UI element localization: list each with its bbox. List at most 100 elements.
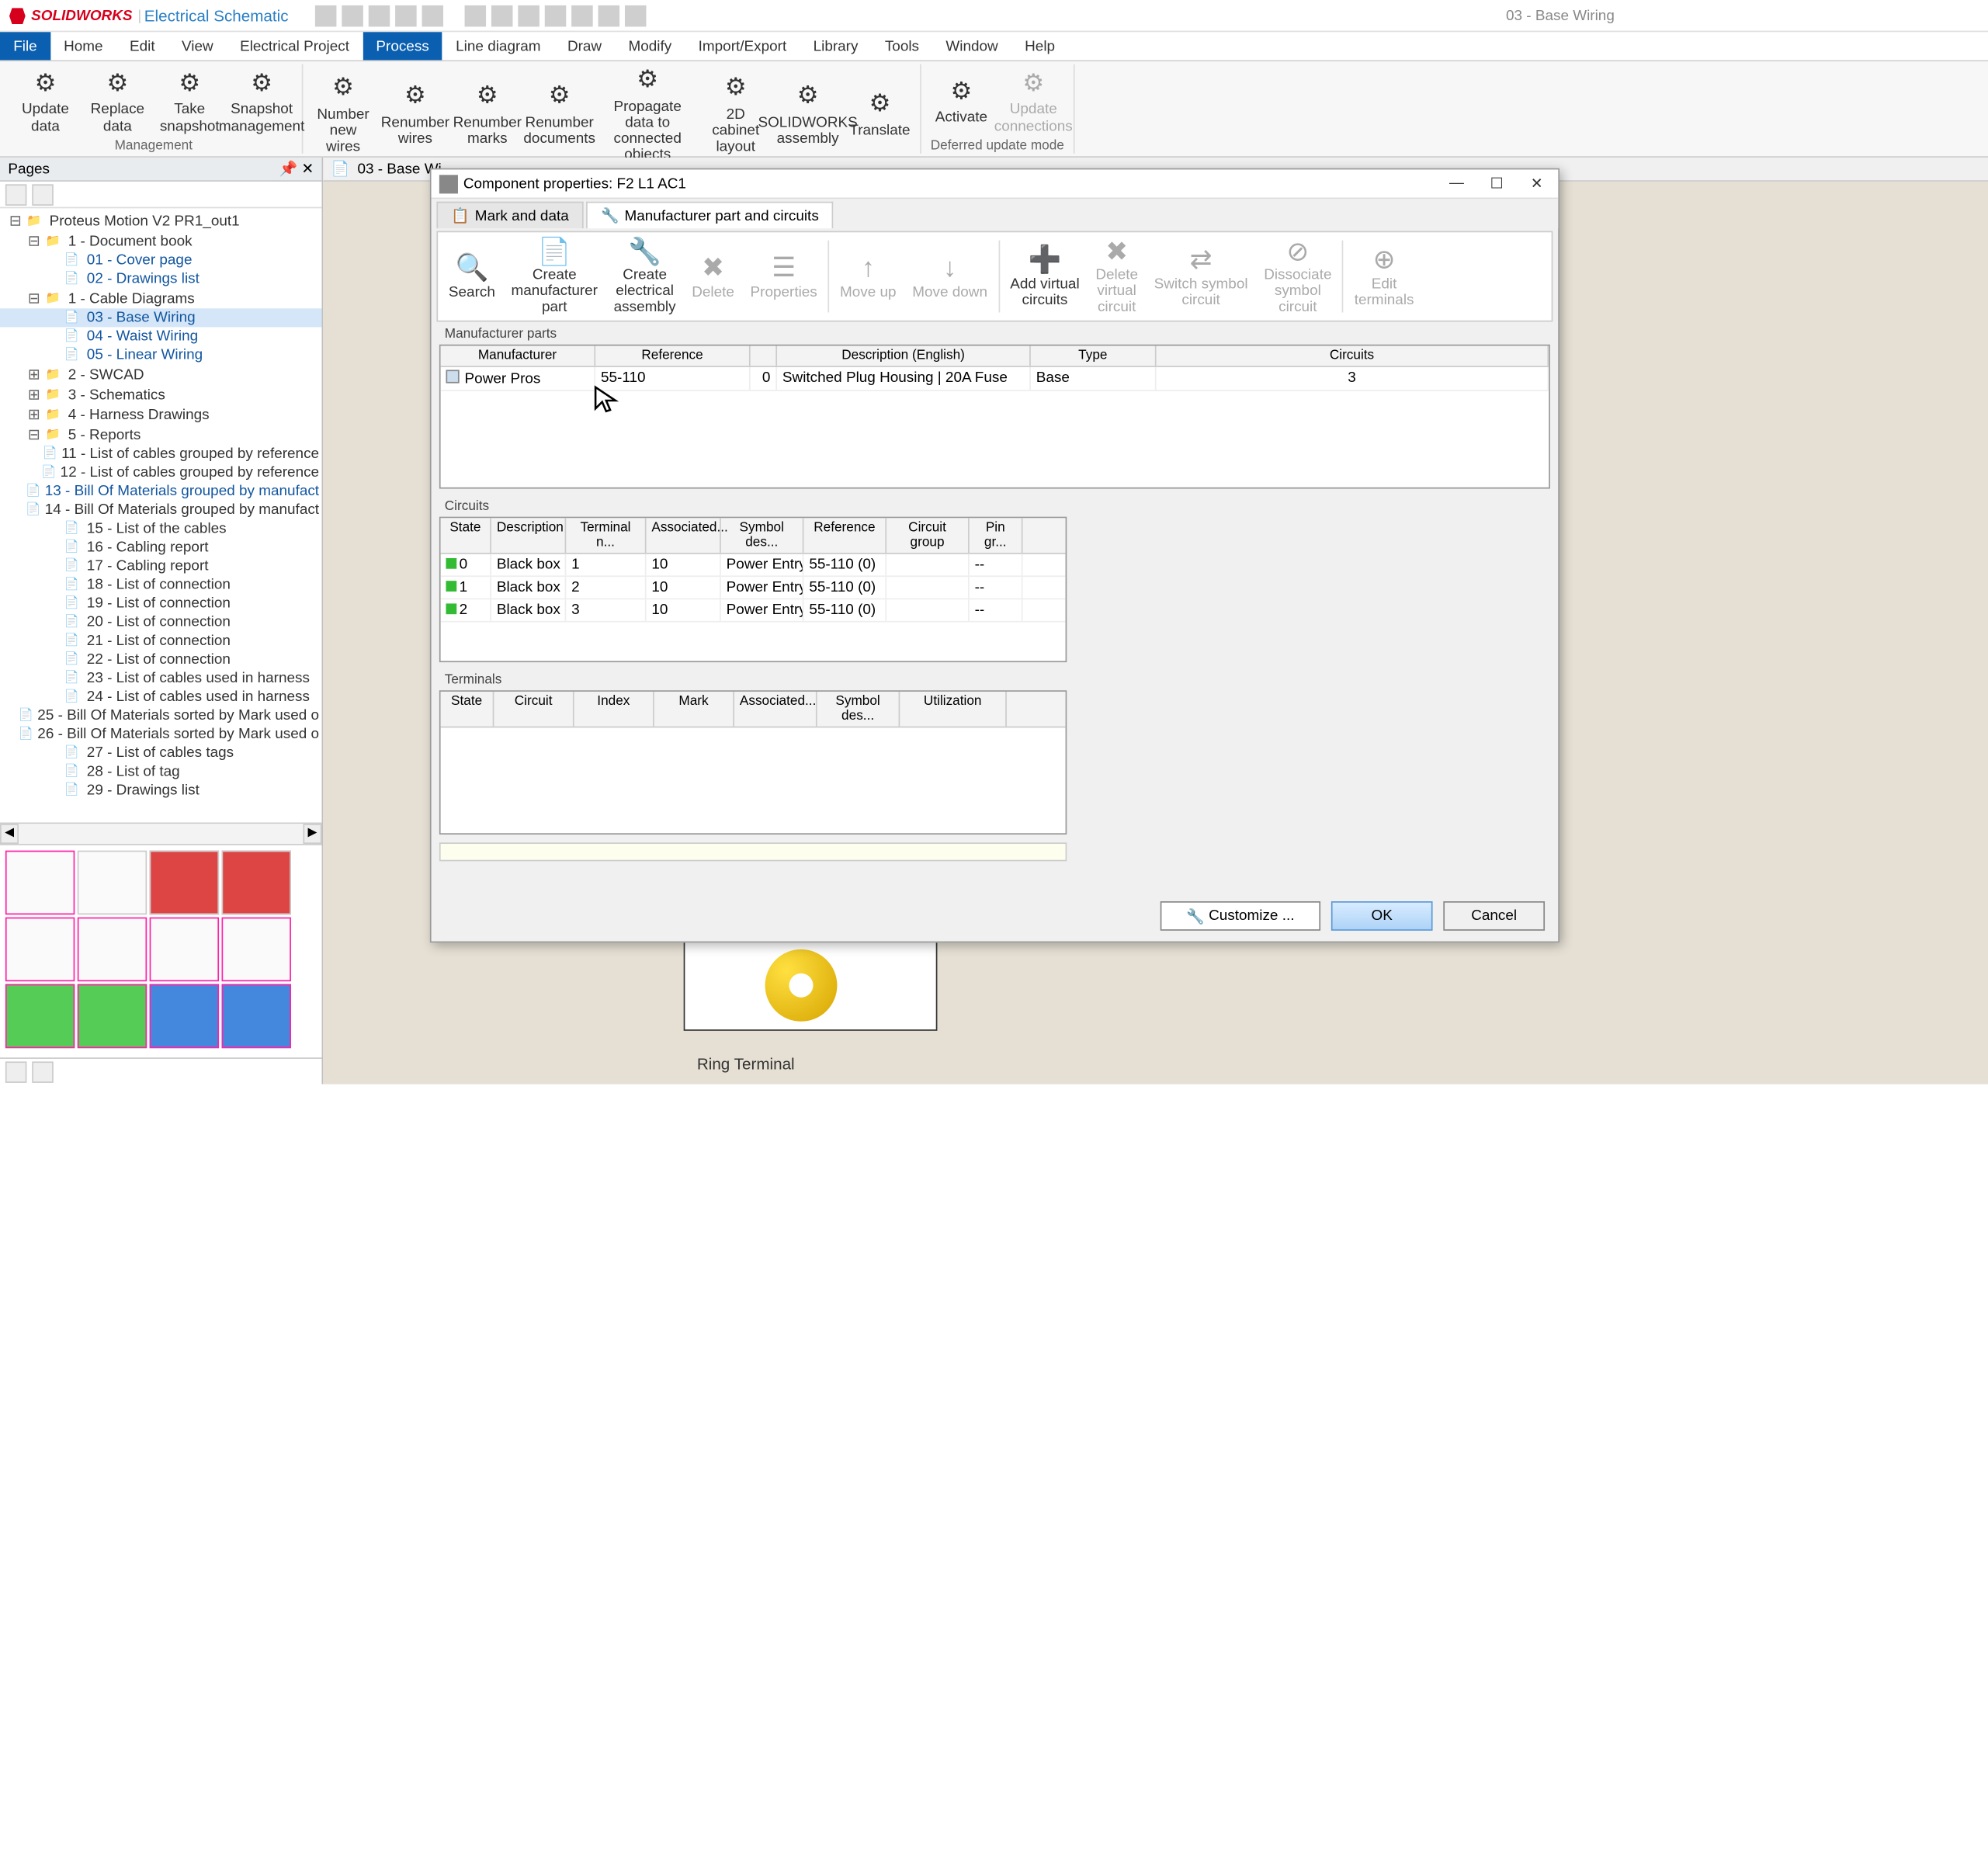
menu-tools[interactable]: Tools xyxy=(872,32,933,60)
tree-item[interactable]: ⊟📁1 - Document book xyxy=(0,231,322,252)
circuit-row[interactable]: 0Black box110Power Entry ...55-110 (0)-- xyxy=(441,554,1066,577)
qat-zoom-icon[interactable] xyxy=(571,5,593,26)
bottom-tab-1-icon[interactable] xyxy=(5,1061,27,1083)
customize-button[interactable]: 🔧 Customize ... xyxy=(1161,901,1320,931)
tree-item[interactable]: ⊟📁Proteus Motion V2 PR1_out1 xyxy=(0,211,322,231)
circ-col-3[interactable]: Associated... xyxy=(646,518,720,553)
qat-print-icon[interactable] xyxy=(545,5,567,26)
qat-undo-icon[interactable] xyxy=(395,5,417,26)
dialog-titlebar[interactable]: Component properties: F2 L1 AC1 — ☐ ✕ xyxy=(432,169,1559,199)
menu-line-diagram[interactable]: Line diagram xyxy=(442,32,554,60)
tree-item[interactable]: 📄02 - Drawings list xyxy=(0,269,322,288)
qat-copy-icon[interactable] xyxy=(491,5,513,26)
tree-item[interactable]: ⊞📁2 - SWCAD xyxy=(0,365,322,385)
ribbon-replace[interactable]: ⚙Replacedata xyxy=(85,64,150,138)
tab-mark-and-data[interactable]: 📋Mark and data xyxy=(436,202,583,228)
menu-modify[interactable]: Modify xyxy=(615,32,685,60)
pages-tab-2-icon[interactable] xyxy=(32,184,54,206)
tree-item[interactable]: 📄19 - List of connection xyxy=(0,594,322,613)
menu-file[interactable]: File xyxy=(0,32,50,60)
col-circuits[interactable]: Circuits xyxy=(1157,345,1549,366)
term-col-0[interactable]: State xyxy=(441,692,494,727)
tree-item[interactable]: 📄27 - List of cables tags xyxy=(0,744,322,762)
qat-open-icon[interactable] xyxy=(342,5,363,26)
menu-window[interactable]: Window xyxy=(932,32,1011,60)
dialog-close-icon[interactable]: ✕ xyxy=(1524,175,1550,192)
term-col-1[interactable]: Circuit xyxy=(494,692,574,727)
ok-button[interactable]: OK xyxy=(1331,901,1433,931)
circuit-row[interactable]: 2Black box310Power Entry ...55-110 (0)-- xyxy=(441,599,1066,622)
circ-col-5[interactable]: Reference xyxy=(803,518,886,553)
tree-item[interactable]: 📄24 - List of cables used in harness xyxy=(0,688,322,706)
qat-paste-icon[interactable] xyxy=(518,5,540,26)
tree-item[interactable]: 📄28 - List of tag xyxy=(0,762,322,781)
term-col-2[interactable]: Index xyxy=(574,692,654,727)
qat-save-icon[interactable] xyxy=(369,5,390,26)
ribbon-activate[interactable]: ⚙Activate xyxy=(929,64,994,138)
mfg-parts-grid[interactable]: Manufacturer Reference Description (Engl… xyxy=(439,345,1550,489)
menu-library[interactable]: Library xyxy=(800,32,871,60)
circ-col-4[interactable]: Symbol des... xyxy=(721,518,804,553)
term-col-6[interactable]: Utilization xyxy=(900,692,1007,727)
menu-help[interactable]: Help xyxy=(1011,32,1068,60)
terminals-grid[interactable]: StateCircuitIndexMarkAssociated...Symbol… xyxy=(439,690,1067,835)
ribbon-translate[interactable]: ⚙Translate xyxy=(848,64,912,164)
panel-close-icon[interactable]: ✕ xyxy=(301,161,314,178)
term-col-5[interactable]: Symbol des... xyxy=(817,692,900,727)
tree-hscroll[interactable]: ◀▶ xyxy=(0,823,322,845)
tree-item[interactable]: 📄21 - List of connection xyxy=(0,632,322,651)
tree-item[interactable]: 📄13 - Bill Of Materials grouped by manuf… xyxy=(0,482,322,501)
tree-item[interactable]: 📄25 - Bill Of Materials sorted by Mark u… xyxy=(0,706,322,725)
tree-item[interactable]: 📄29 - Drawings list xyxy=(0,781,322,800)
dlgbtn-create-manufacturer-part[interactable]: 📄Createmanufacturerpart xyxy=(503,235,605,318)
tree-item[interactable]: ⊞📁4 - Harness Drawings xyxy=(0,404,322,425)
bottom-tab-2-icon[interactable] xyxy=(32,1061,54,1083)
menu-process[interactable]: Process xyxy=(363,32,442,60)
cancel-button[interactable]: Cancel xyxy=(1443,901,1545,931)
col-description[interactable]: Description (English) xyxy=(777,345,1031,366)
tree-item[interactable]: 📄18 - List of connection xyxy=(0,575,322,594)
tree-item[interactable]: 📄15 - List of the cables xyxy=(0,519,322,538)
qat-redo-icon[interactable] xyxy=(422,5,444,26)
circ-col-0[interactable]: State xyxy=(441,518,491,553)
ribbon-renumber[interactable]: ⚙Renumbermarks xyxy=(456,64,520,164)
tree-item[interactable]: 📄04 - Waist Wiring xyxy=(0,327,322,345)
dialog-min-icon[interactable]: — xyxy=(1443,175,1469,192)
tree-item[interactable]: 📄12 - List of cables grouped by referenc… xyxy=(0,463,322,482)
circuits-grid[interactable]: StateDescriptionTerminal n...Associated.… xyxy=(439,517,1067,662)
col-manufacturer[interactable]: Manufacturer xyxy=(441,345,596,366)
menu-import-export[interactable]: Import/Export xyxy=(685,32,800,60)
col-reference[interactable]: Reference xyxy=(595,345,751,366)
col-type[interactable]: Type xyxy=(1031,345,1157,366)
ribbon-number-new[interactable]: ⚙Number newwires xyxy=(311,64,376,164)
qat-cut-icon[interactable] xyxy=(465,5,487,26)
pin-icon[interactable]: 📌 xyxy=(279,161,298,178)
mfg-row[interactable]: Power Pros 55-110 0 Switched Plug Housin… xyxy=(441,367,1549,391)
qat-settings-icon[interactable] xyxy=(625,5,647,26)
project-tree[interactable]: ⊟📁Proteus Motion V2 PR1_out1⊟📁1 - Docume… xyxy=(0,208,322,822)
tree-item[interactable]: ⊟📁5 - Reports xyxy=(0,425,322,445)
tree-item[interactable]: 📄20 - List of connection xyxy=(0,613,322,631)
ribbon-take[interactable]: ⚙Takesnapshot xyxy=(158,64,222,138)
tree-item[interactable]: ⊞📁3 - Schematics xyxy=(0,384,322,404)
dialog-max-icon[interactable]: ☐ xyxy=(1483,175,1510,192)
tree-item[interactable]: 📄03 - Base Wiring xyxy=(0,308,322,327)
menu-home[interactable]: Home xyxy=(50,32,116,60)
ribbon-snapshot[interactable]: ⚙Snapshotmanagement xyxy=(230,64,294,138)
qat-search-icon[interactable] xyxy=(598,5,620,26)
tree-item[interactable]: 📄05 - Linear Wiring xyxy=(0,345,322,364)
dlgbtn-create-electrical-assembly[interactable]: 🔧Createelectricalassembly xyxy=(605,235,684,318)
circ-col-6[interactable]: Circuit group xyxy=(886,518,970,553)
term-col-4[interactable]: Associated... xyxy=(734,692,817,727)
qat-new-icon[interactable] xyxy=(315,5,337,26)
menu-view[interactable]: View xyxy=(168,32,227,60)
term-col-3[interactable]: Mark xyxy=(654,692,734,727)
tree-item[interactable]: 📄01 - Cover page xyxy=(0,251,322,269)
circuit-row[interactable]: 1Black box210Power Entry ...55-110 (0)-- xyxy=(441,577,1066,599)
dlgbtn-search[interactable]: 🔍Search xyxy=(441,235,504,318)
ribbon-renumber[interactable]: ⚙Renumberwires xyxy=(383,64,448,164)
tree-item[interactable]: ⊟📁1 - Cable Diagrams xyxy=(0,289,322,309)
ribbon-solidworks[interactable]: ⚙SOLIDWORKSassembly xyxy=(775,64,840,164)
menu-edit[interactable]: Edit xyxy=(116,32,168,60)
tree-item[interactable]: 📄26 - Bill Of Materials sorted by Mark u… xyxy=(0,725,322,744)
